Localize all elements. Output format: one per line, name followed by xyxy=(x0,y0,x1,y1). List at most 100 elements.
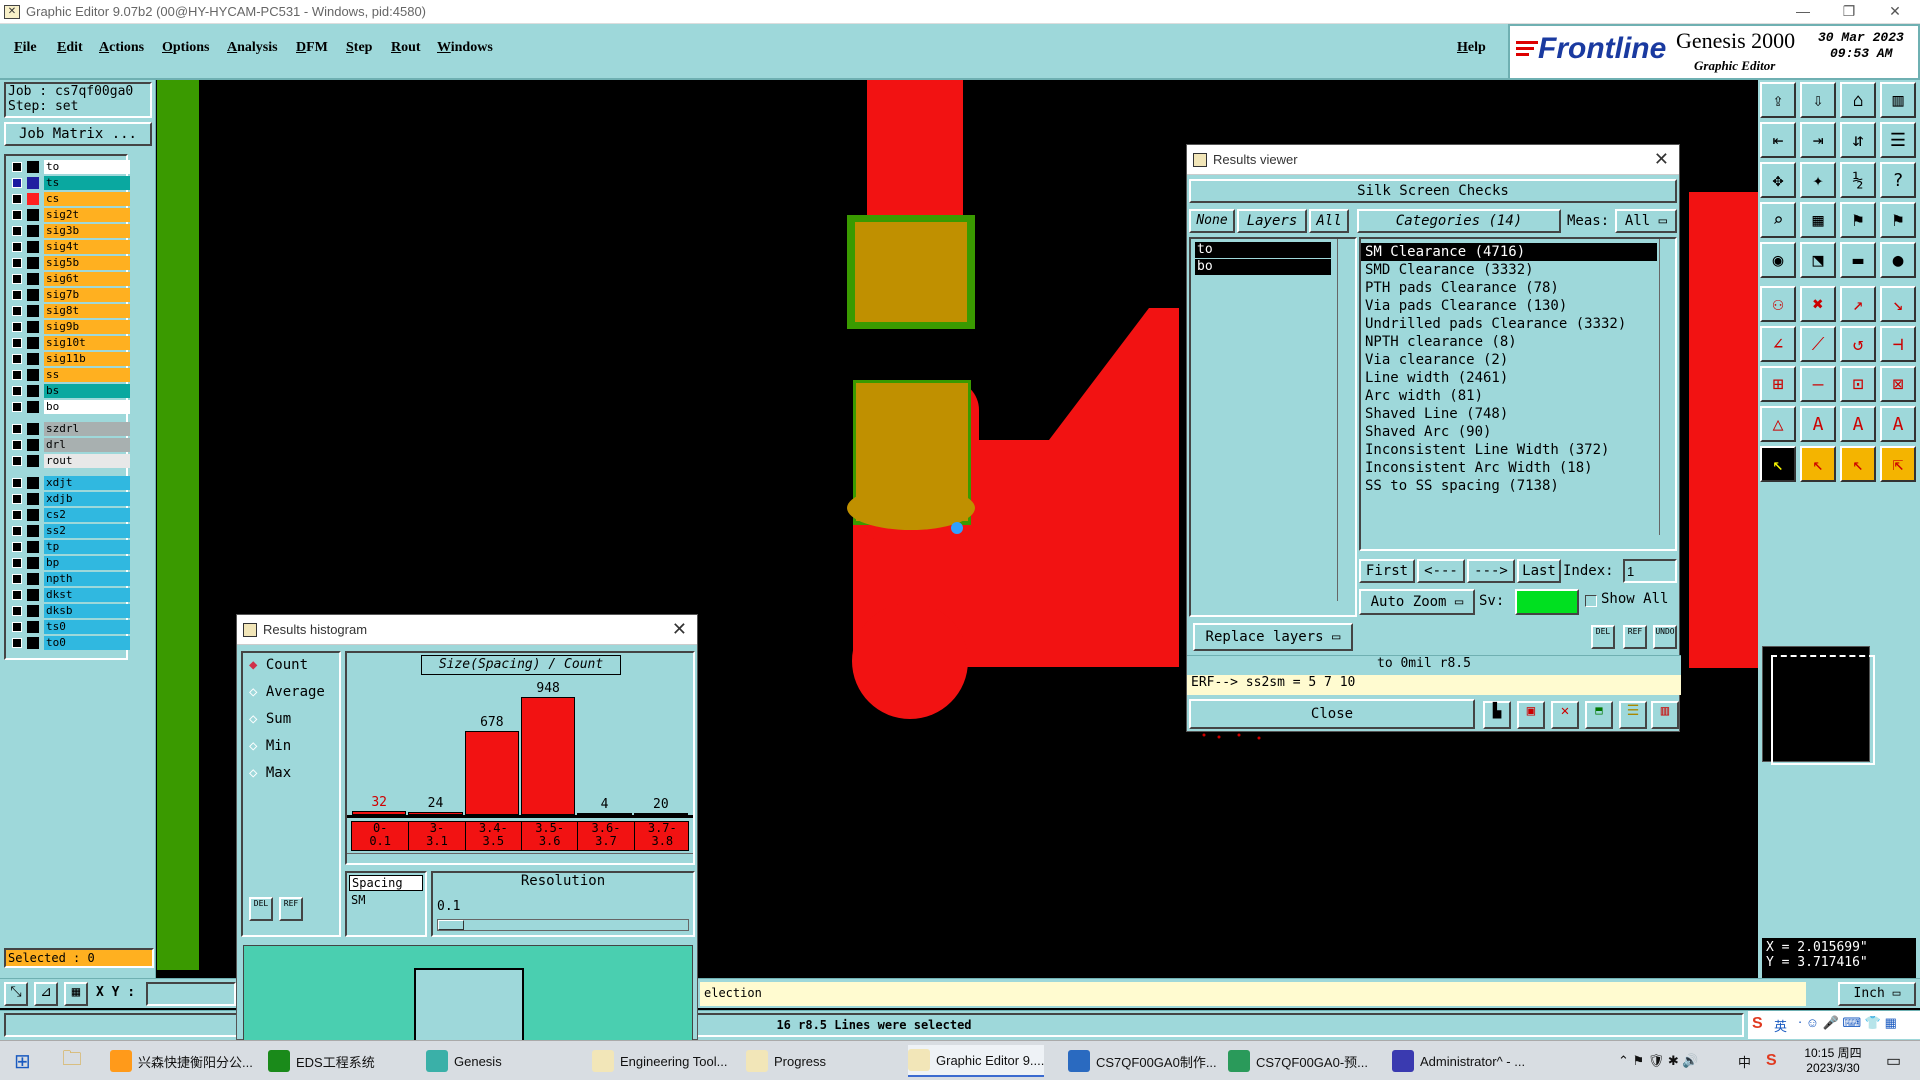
layer-name[interactable]: cs2 xyxy=(44,508,130,522)
grid-tool-icon[interactable]: ▦ xyxy=(64,982,88,1006)
layer-name[interactable]: rout xyxy=(44,454,130,468)
layer-checkbox[interactable] xyxy=(12,606,22,616)
snap-icon[interactable]: ⌕ xyxy=(1760,202,1796,238)
pad-icon[interactable]: ◉ xyxy=(1760,242,1796,278)
layer-name[interactable]: szdrl xyxy=(44,422,130,436)
all-button[interactable]: All xyxy=(1309,209,1349,233)
layer-name[interactable]: bp xyxy=(44,556,130,570)
layer-checkbox[interactable] xyxy=(12,290,22,300)
layer-name[interactable]: dkst xyxy=(44,588,130,602)
layer-row[interactable]: szdrl xyxy=(8,422,130,436)
arrow-down-icon[interactable]: ↘ xyxy=(1880,286,1916,322)
layer-row[interactable]: sig9b xyxy=(8,320,130,334)
layer-checkbox[interactable] xyxy=(12,226,22,236)
mode-option[interactable]: ◇ Average xyxy=(243,684,339,711)
layer-name[interactable]: sig9b xyxy=(44,320,130,334)
layer-checkbox[interactable] xyxy=(12,526,22,536)
menu-rout[interactable]: Rout xyxy=(391,40,421,56)
layer-row[interactable]: sig8t xyxy=(8,304,130,318)
sogou-tray-icon[interactable]: S xyxy=(1766,1045,1777,1077)
layer-affected-marker[interactable] xyxy=(27,477,39,489)
layer-checkbox[interactable] xyxy=(12,622,22,632)
layer-checkbox[interactable] xyxy=(12,456,22,466)
category-item[interactable]: NPTH clearance (8) xyxy=(1361,333,1657,351)
ref-button[interactable]: REF xyxy=(279,897,303,921)
text-a-icon[interactable]: A xyxy=(1800,406,1836,442)
layer-affected-marker[interactable] xyxy=(27,509,39,521)
histogram-bin-label[interactable]: 3.5- 3.6 xyxy=(521,822,577,850)
layer-row[interactable]: cs xyxy=(8,192,130,206)
taskbar-app[interactable]: Administrator^ - ... xyxy=(1392,1045,1525,1077)
result-layer-item[interactable]: bo xyxy=(1195,259,1331,275)
layer-row[interactable]: sig5b xyxy=(8,256,130,270)
prev-button[interactable]: <--- xyxy=(1417,559,1465,583)
layer-affected-marker[interactable] xyxy=(27,193,39,205)
file-explorer-icon[interactable]: 🗀 xyxy=(62,1045,82,1077)
histogram-bar[interactable] xyxy=(521,697,576,815)
arrow-up-icon[interactable]: ↗ xyxy=(1840,286,1876,322)
unit-dropdown[interactable]: Inch ▭ xyxy=(1838,982,1916,1006)
half-icon[interactable]: ½ xyxy=(1840,162,1876,198)
radio-diamond-icon[interactable]: ◇ xyxy=(249,765,266,781)
close-button[interactable]: Close xyxy=(1189,699,1475,729)
histogram-bin-label[interactable]: 3.7- 3.8 xyxy=(633,822,690,850)
layer-checkbox[interactable] xyxy=(12,194,22,204)
menu-edit[interactable]: Edit xyxy=(57,40,83,56)
layer-affected-marker[interactable] xyxy=(27,541,39,553)
undo-button[interactable]: UNDO xyxy=(1653,625,1677,649)
move-icon[interactable]: ✥ xyxy=(1760,162,1796,198)
layer-checkbox[interactable] xyxy=(12,574,22,584)
layer-affected-marker[interactable] xyxy=(27,337,39,349)
spacing-item[interactable]: Spacing xyxy=(349,875,423,891)
taskbar-app[interactable]: Genesis xyxy=(426,1045,502,1077)
layer-row[interactable]: ss xyxy=(8,368,130,382)
layer-name[interactable]: sig4t xyxy=(44,240,130,254)
layer-affected-marker[interactable] xyxy=(27,161,39,173)
layer-checkbox[interactable] xyxy=(12,558,22,568)
layer-affected-marker[interactable] xyxy=(27,241,39,253)
layer-checkbox[interactable] xyxy=(12,178,22,188)
layer-name[interactable]: sig3b xyxy=(44,224,130,238)
result-layer-item[interactable]: to xyxy=(1195,242,1331,258)
layer-row[interactable]: bs xyxy=(8,384,130,398)
layer-affected-marker[interactable] xyxy=(27,353,39,365)
layer-affected-marker[interactable] xyxy=(27,605,39,617)
layer-row[interactable]: cs2 xyxy=(8,508,130,522)
ime-indicator[interactable]: 中 xyxy=(1738,1045,1751,1077)
layer-name[interactable]: sig2t xyxy=(44,208,130,222)
replace-layers-dropdown[interactable]: Replace layers ▭ xyxy=(1193,623,1353,651)
radio-diamond-icon[interactable]: ◇ xyxy=(249,684,266,700)
index-input[interactable] xyxy=(1623,559,1677,583)
layer-checkbox[interactable] xyxy=(12,494,22,504)
triangle-icon[interactable]: △ xyxy=(1760,406,1796,442)
layer-name[interactable]: bo xyxy=(44,400,130,414)
layer-row[interactable]: drl xyxy=(8,438,130,452)
help-icon[interactable]: ? xyxy=(1880,162,1916,198)
taskbar-app[interactable]: CS7QF00GA0-预... xyxy=(1228,1045,1368,1077)
layer-checkbox[interactable] xyxy=(12,370,22,380)
del-button[interactable]: DEL xyxy=(1591,625,1615,649)
layer-checkbox[interactable] xyxy=(12,424,22,434)
flip-icon[interactable]: ⇵ xyxy=(1840,122,1876,158)
section-header[interactable]: Silk Screen Checks xyxy=(1189,179,1677,203)
layer-affected-marker[interactable] xyxy=(27,177,39,189)
slider-thumb[interactable] xyxy=(438,920,464,930)
layer-name[interactable]: cs xyxy=(44,192,130,206)
pointer3-icon[interactable]: ↖ xyxy=(1840,446,1876,482)
layer-row[interactable]: xdjt xyxy=(8,476,130,490)
layer-checkbox[interactable] xyxy=(12,478,22,488)
layer-name[interactable]: drl xyxy=(44,438,130,452)
category-item[interactable]: SMD Clearance (3332) xyxy=(1361,261,1657,279)
layer-affected-marker[interactable] xyxy=(27,401,39,413)
layer-checkbox[interactable] xyxy=(12,510,22,520)
show-all-checkbox[interactable] xyxy=(1585,595,1597,607)
layer-name[interactable]: ts0 xyxy=(44,620,130,634)
layer-affected-marker[interactable] xyxy=(27,637,39,649)
layer-name[interactable]: sig7b xyxy=(44,288,130,302)
category-item[interactable]: Arc width (81) xyxy=(1361,387,1657,405)
minus-icon[interactable]: — xyxy=(1800,366,1836,402)
sm-item[interactable]: SM xyxy=(347,893,425,907)
taskbar-app[interactable]: Progress xyxy=(746,1045,826,1077)
layer-checkbox[interactable] xyxy=(12,274,22,284)
layer-name[interactable]: xdjb xyxy=(44,492,130,506)
